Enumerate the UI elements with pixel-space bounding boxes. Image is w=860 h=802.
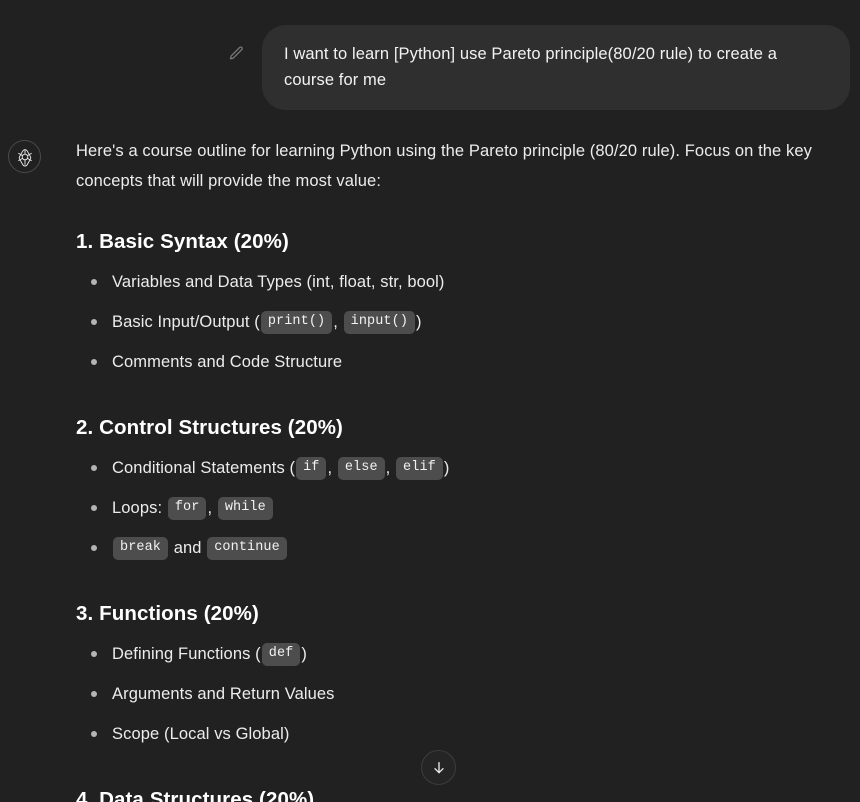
list-item: Comments and Code Structure [76,342,858,382]
scroll-to-bottom-button[interactable] [421,750,456,785]
list-item: Conditional Statements (if, else, elif) [76,448,858,488]
inline-code-chip: input() [343,310,416,334]
user-message-bubble: I want to learn [Python] use Pareto prin… [262,25,850,110]
bullet-content: Loops: for, while [112,493,274,523]
bullet-dot-icon [91,505,97,511]
section-1-bullet-list: Variables and Data Types (int, float, st… [76,262,858,382]
chat-conversation: I want to learn [Python] use Pareto prin… [0,0,860,802]
inline-code-chip: elif [396,456,443,480]
list-item: Loops: for, while [76,488,858,528]
inline-text: , [385,459,396,477]
inline-text: , [327,459,337,477]
bullet-dot-icon [91,651,97,657]
inline-text: ) [301,645,307,663]
inline-code-chip: if [296,456,327,480]
arrow-down-icon [431,760,447,776]
list-item: Variables and Data Types (int, float, st… [76,262,858,302]
assistant-intro-text: Here's a course outline for learning Pyt… [76,142,812,190]
bullet-content: Conditional Statements (if, else, elif) [112,453,449,483]
assistant-message-body: Here's a course outline for learning Pyt… [76,136,858,802]
list-item: Scope (Local vs Global) [76,714,858,754]
inline-text: Arguments and Return Values [112,685,335,703]
inline-text: Defining Functions ( [112,645,261,663]
section-heading-4: 4. Data Structures (20%) [76,788,315,802]
inline-code-chip: print() [260,310,333,334]
bullet-dot-icon [91,465,97,471]
section-heading-2: 2. Control Structures (20%) [76,416,343,439]
bullet-dot-icon [91,319,97,325]
bullet-dot-icon [91,359,97,365]
section-3-bullet-list: Defining Functions (def) Arguments and R… [76,634,858,754]
bullet-content: Comments and Code Structure [112,347,342,377]
list-item: Defining Functions (def) [76,634,858,674]
bullet-content: break and continue [112,533,288,563]
pencil-icon[interactable] [222,39,250,67]
section-heading-1: 1. Basic Syntax (20%) [76,230,289,253]
bullet-dot-icon [91,691,97,697]
inline-text: ) [416,313,422,331]
bullet-dot-icon [91,279,97,285]
inline-code-chip: continue [207,536,287,560]
openai-logo-icon [8,140,41,173]
bullet-content: Basic Input/Output (print(), input()) [112,307,422,337]
bullet-content: Scope (Local vs Global) [112,719,289,749]
inline-text: ) [443,459,450,477]
inline-text: Scope (Local vs Global) [112,725,290,743]
inline-text: Conditional Statements ( [112,459,296,477]
bullet-dot-icon [91,545,97,551]
section-heading-3: 3. Functions (20%) [76,602,259,625]
assistant-message-turn: Here's a course outline for learning Pyt… [0,110,860,802]
user-message-turn: I want to learn [Python] use Pareto prin… [0,0,860,110]
inline-text: , [207,499,217,517]
inline-text: and [169,539,207,557]
inline-code-chip: break [113,536,169,560]
bullet-content: Defining Functions (def) [112,639,307,669]
bullet-content: Variables and Data Types (int, float, st… [112,267,445,297]
inline-code-chip: def [261,642,301,666]
list-item: Arguments and Return Values [76,674,858,714]
section-2-bullet-list: Conditional Statements (if, else, elif) … [76,448,858,568]
user-message-text: I want to learn [Python] use Pareto prin… [284,45,778,89]
inline-text: Loops: [112,499,167,517]
inline-code-chip: for [167,496,207,520]
list-item: break and continue [76,528,858,568]
inline-code-chip: while [217,496,273,520]
inline-text: Basic Input/Output ( [112,313,260,331]
bullet-dot-icon [91,731,97,737]
inline-code-chip: else [337,456,385,480]
bullet-content: Arguments and Return Values [112,679,335,709]
inline-text: Comments and Code Structure [112,353,343,371]
inline-text: , [333,313,343,331]
inline-text: Variables and Data Types (int, float, st… [112,273,445,291]
list-item: Basic Input/Output (print(), input()) [76,302,858,342]
